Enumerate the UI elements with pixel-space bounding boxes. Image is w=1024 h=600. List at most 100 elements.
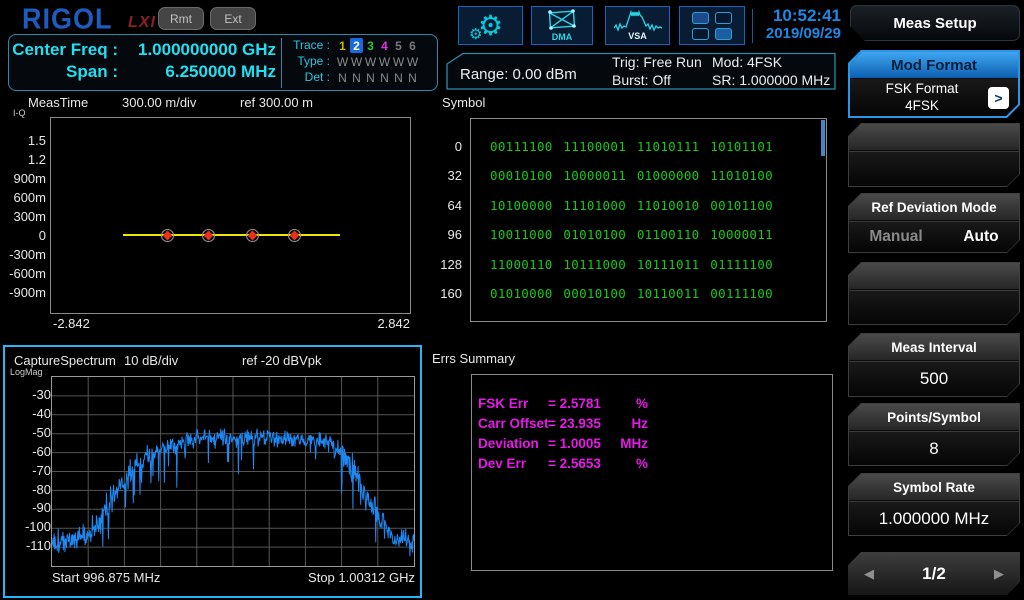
mod-format-value: FSK Format 4FSK xyxy=(850,81,988,113)
spectrum-y-tick: -50 xyxy=(5,425,51,440)
meas-interval-value: 500 xyxy=(849,361,1019,396)
trace-number-1[interactable]: 1 xyxy=(336,38,349,53)
option-manual[interactable]: Manual xyxy=(869,228,922,246)
meas-interval-label: Meas Interval xyxy=(849,334,1019,360)
softkey-points-per-symbol[interactable]: Points/Symbol 8 xyxy=(848,403,1020,466)
errs-title: Errs Summary xyxy=(432,351,515,366)
meastime-title: MeasTime xyxy=(28,95,88,110)
burst-text: Burst: Off xyxy=(612,72,671,88)
page-next-icon[interactable]: ▶ xyxy=(994,566,1004,582)
symbol-row-index: 96 xyxy=(425,227,462,242)
trace-number-strip: 123456 xyxy=(336,38,419,53)
meastime-y-tick: 900m xyxy=(0,171,46,186)
softkey-mod-format[interactable]: Mod Format FSK Format 4FSK > xyxy=(848,50,1020,118)
meastime-x-right: 2.842 xyxy=(350,316,410,331)
err-row-label: FSK Err xyxy=(478,396,528,411)
points-per-symbol-value: 8 xyxy=(849,431,1019,465)
option-auto[interactable]: Auto xyxy=(963,228,998,246)
spectrum-y-tick: -70 xyxy=(5,463,51,478)
chevron-right-icon[interactable]: > xyxy=(988,87,1009,109)
iq-trace-line xyxy=(123,234,340,236)
system-settings-button[interactable]: ⚙ ⚙ xyxy=(458,6,523,45)
vsa-mode-button[interactable]: VSA xyxy=(605,6,670,45)
page-prev-icon[interactable]: ◀ xyxy=(864,566,874,582)
trace-number-2[interactable]: 2 xyxy=(350,38,363,53)
trace-type-2: W xyxy=(350,54,363,69)
header-separator xyxy=(752,9,753,43)
trace-det-6: N xyxy=(406,70,419,85)
spectrum-y-tick: -100 xyxy=(5,519,51,534)
symbol-row-index: 64 xyxy=(425,198,462,213)
trig-text: Trig: Free Run xyxy=(612,54,702,70)
symbol-row-index: 160 xyxy=(425,286,462,301)
mod-format-label: Mod Format xyxy=(850,52,1018,78)
err-row-value: = 2.5653 xyxy=(548,456,601,471)
trace-type-1: W xyxy=(336,54,349,69)
trace-number-5[interactable]: 5 xyxy=(392,38,405,53)
spectrum-y-tick: -90 xyxy=(5,500,51,515)
softkey-ref-deviation-mode[interactable]: Ref Deviation Mode Manual Auto xyxy=(848,193,1020,253)
symbol-rate-value: 1.000000 MHz xyxy=(849,501,1019,535)
ref-deviation-mode-label: Ref Deviation Mode xyxy=(849,194,1019,220)
det-row-label: Det : xyxy=(282,70,330,84)
span-label: Span : xyxy=(10,62,118,82)
ext-button[interactable]: Ext xyxy=(210,7,256,30)
spectrum-y-tick: -110 xyxy=(5,538,51,553)
meastime-y-tick: -600m xyxy=(0,266,46,281)
spectrum-start-label: Start 996.875 MHz xyxy=(52,570,160,585)
symbol-row-bits: 11000110 10111000 10111011 01111100 xyxy=(490,257,773,272)
center-freq-value[interactable]: 1.000000000 GHz xyxy=(118,40,276,60)
meastime-y-tick: 1.5 xyxy=(0,133,46,148)
spectrum-panel[interactable]: CaptureSpectrum 10 dB/div ref -20 dBVpk … xyxy=(3,345,422,598)
err-row-label: Dev Err xyxy=(478,456,526,471)
symbol-row-index: 0 xyxy=(425,139,462,154)
meastime-y-tick: 600m xyxy=(0,190,46,205)
rmt-button[interactable]: Rmt xyxy=(158,7,204,30)
err-row-unit: Hz xyxy=(614,416,648,431)
menu-title: Meas Setup xyxy=(850,5,1020,41)
symbol-row-bits: 00010100 10000011 01000000 11010100 xyxy=(490,168,773,183)
spectrum-y-tick: -60 xyxy=(5,444,51,459)
spectrum-title: CaptureSpectrum xyxy=(14,353,116,368)
meastime-x-left: -2.842 xyxy=(53,316,90,331)
trace-number-6[interactable]: 6 xyxy=(406,38,419,53)
err-row-unit: % xyxy=(614,456,648,471)
rigol-logo: RIGOL xyxy=(22,3,113,36)
trace-number-4[interactable]: 4 xyxy=(378,38,391,53)
symbol-row-index: 128 xyxy=(425,257,462,272)
err-row-value: = 2.5781 xyxy=(548,396,601,411)
trace-row-label: Trace : xyxy=(282,38,330,52)
softkey-empty-1[interactable] xyxy=(848,123,1020,187)
symbol-title: Symbol xyxy=(442,95,485,110)
trace-det-1: N xyxy=(336,70,349,85)
meastime-y-tick: 1.2 xyxy=(0,152,46,167)
softkey-meas-interval[interactable]: Meas Interval 500 xyxy=(848,333,1020,397)
spectrum-scale: 10 dB/div xyxy=(124,353,178,368)
trace-det-2: N xyxy=(350,70,363,85)
mod-text: Mod: 4FSK xyxy=(712,54,782,70)
spectrum-y-tick: -80 xyxy=(5,482,51,497)
sr-text: SR: 1.000000 MHz xyxy=(712,72,830,88)
trace-det-strip: NNNNNN xyxy=(336,70,419,85)
trace-number-3[interactable]: 3 xyxy=(364,38,377,53)
spectrum-ref: ref -20 dBVpk xyxy=(242,353,322,368)
softkey-empty-2[interactable] xyxy=(848,262,1020,325)
softkey-pager[interactable]: ◀ 1/2 ▶ xyxy=(848,552,1020,595)
dma-mode-button[interactable]: DMA xyxy=(531,6,593,45)
symbol-scrollbar[interactable] xyxy=(821,120,825,156)
symbol-row-bits: 01010000 00010100 10110011 00111100 xyxy=(490,286,773,301)
spectrum-y-tick: -30 xyxy=(5,387,51,402)
softkey-symbol-rate[interactable]: Symbol Rate 1.000000 MHz xyxy=(848,473,1020,536)
center-freq-label: Center Freq : xyxy=(10,40,118,60)
iq-symbol-marker xyxy=(246,229,259,242)
iq-symbol-marker xyxy=(288,229,301,242)
trace-det-3: N xyxy=(364,70,377,85)
display-layout-button[interactable] xyxy=(679,6,745,45)
clock: 10:52:41 2019/09/29 xyxy=(766,6,841,42)
meastime-y-tick: -300m xyxy=(0,247,46,262)
analyzer-screen: RIGOL LXI Rmt Ext ⚙ ⚙ DMA VSA xyxy=(0,0,1024,600)
symbol-row-index: 32 xyxy=(425,168,462,183)
spectrum-format: LogMag xyxy=(10,367,43,377)
err-row-label: Carr Offset xyxy=(478,416,549,431)
span-value[interactable]: 6.250000 MHz xyxy=(118,62,276,82)
